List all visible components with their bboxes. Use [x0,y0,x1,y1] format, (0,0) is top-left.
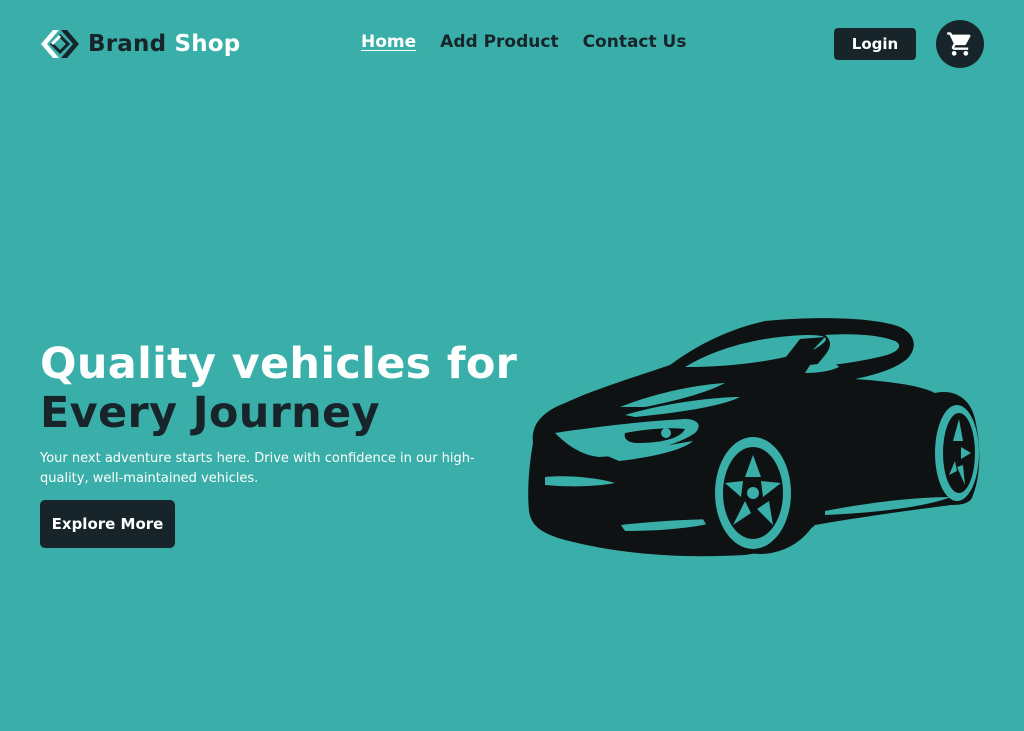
brand-name-part2: Shop [174,31,241,57]
hero-subtitle: Your next adventure starts here. Drive w… [40,451,475,486]
navbar: Brand Shop Home Add Product Contact Us L… [0,0,1024,88]
cart-button[interactable] [936,20,984,68]
brand-logo[interactable]: Brand Shop [40,26,240,62]
explore-more-button[interactable]: Explore More [40,500,175,548]
nav-link-add-product[interactable]: Add Product [440,32,558,52]
nav-link-contact-us[interactable]: Contact Us [583,32,687,52]
login-button[interactable]: Login [834,28,916,60]
sports-car-image [528,318,980,557]
brand-name-part1: Brand [88,31,167,57]
hero-title-line1: Quality vehicles for [40,339,518,389]
nav-link-home[interactable]: Home [361,32,416,52]
hero-title-line2: Every Journey [40,388,380,438]
brand-name: Brand Shop [88,31,240,57]
shopping-cart-icon [947,32,971,56]
hero-title: Quality vehicles for Every Journey [40,340,520,438]
diamond-logo-icon [41,30,79,58]
nav-links: Home Add Product Contact Us [361,32,686,52]
